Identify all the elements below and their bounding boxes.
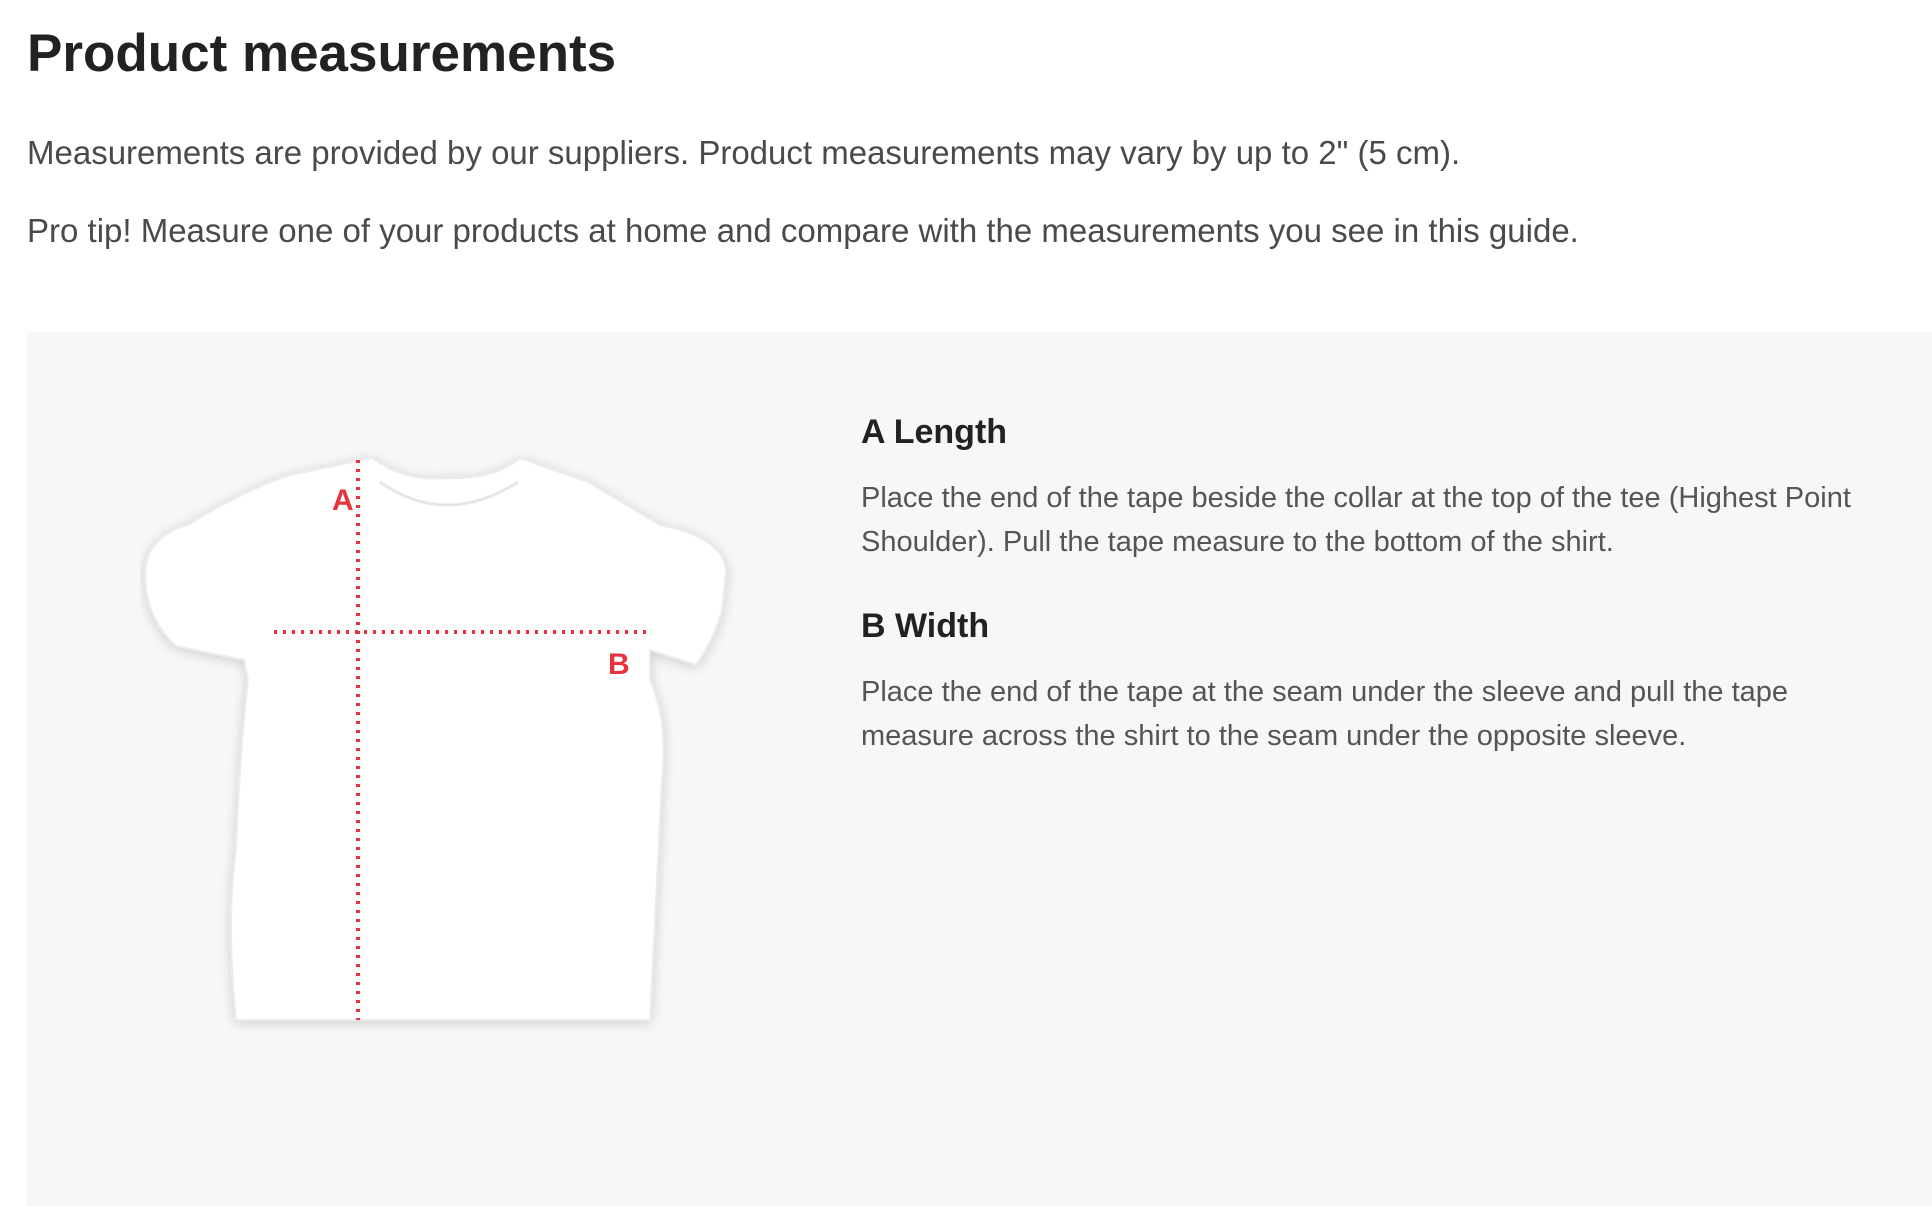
measurement-description: Place the end of the tape at the seam un… [861,676,1789,752]
intro-disclaimer: Measurements are provided by our supplie… [27,134,1461,171]
measurement-heading: A Length [861,413,1008,451]
measurement-heading: B Width [861,607,990,645]
tshirt-shape [144,456,728,1021]
measurement-width: B Width Place the end of the tape at the… [861,604,1901,758]
tshirt-measurement-diagram: A B [140,420,750,1040]
length-label-a: A [332,484,354,517]
measurement-length: A Length Place the end of the tape besid… [861,410,1901,564]
width-label-b: B [608,648,630,681]
intro-pro-tip: Pro tip! Measure one of your products at… [27,212,1579,249]
measurement-description: Place the end of the tape beside the col… [861,482,1851,558]
page-title: Product measurements [27,24,617,83]
